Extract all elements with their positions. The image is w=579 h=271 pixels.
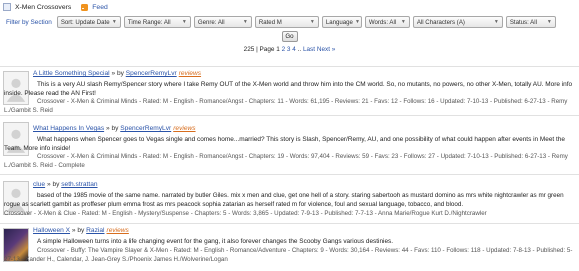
story-title-line: A Little Something Special » by SpencerR… [33,70,201,77]
time-range-select[interactable]: Time Range: All ▼ [123,16,191,28]
genre-select[interactable]: Genre: All ▼ [193,16,252,28]
rating-select-value: Rated M [258,18,282,26]
pagination: 225 | Page 1 2 3 4 .. Last Next » [0,44,579,55]
filter-by-section-link[interactable]: Filter by Section [6,19,52,26]
pager-status: 225 | Page 1 [243,46,282,53]
story-description: What happens when Spencer goes to Vegas … [4,136,565,152]
rating-select[interactable]: Rated M ▼ [254,16,319,28]
author-link[interactable]: seth.strattan [61,181,97,188]
story-meta: Crossover - X-Men & Clue - Rated: M - En… [4,210,487,217]
words-select[interactable]: Words: All ▼ [364,16,410,28]
by-label: » by [70,227,87,234]
story-description: This is a very AU slash Remy/Spencer sto… [4,81,573,97]
genre-select-value: Genre: All [197,18,225,26]
story-meta: Crossover - X-Men & Criminal Minds - Rat… [4,153,568,169]
story-meta: Crossover - Buffy: The Vampire Slayer & … [4,247,573,263]
story-description: based of the 1985 movie of the same name… [4,192,564,208]
chevron-down-icon: ▼ [354,19,360,25]
story-title-link[interactable]: A Little Something Special [33,70,110,77]
page-link-3[interactable]: 3 [287,46,291,53]
by-label: » by [109,70,126,77]
page-title: X-Men Crossovers [15,3,72,11]
reviews-link[interactable]: reviews [107,227,129,234]
rss-icon[interactable] [81,3,89,11]
next-page-link[interactable]: Next » [317,46,335,53]
reviews-link[interactable]: reviews [179,70,201,77]
story-item: Halloween X » by Razial reviews A simple … [0,223,579,271]
chevron-down-icon: ▼ [242,19,248,25]
story-title-line: Halloween X » by Razial reviews [33,227,129,234]
language-select[interactable]: Language ▼ [321,16,362,28]
story-item: What Happens In Vegas » by SpencerRemyLv… [0,115,579,169]
author-link[interactable]: SpencerRemyLvr [126,70,177,77]
sort-select[interactable]: Sort: Update Date ▼ [56,16,121,28]
time-range-select-value: Time Range: All [127,18,171,26]
last-page-link[interactable]: Last [303,46,315,53]
page-link-2[interactable]: 2 [282,46,286,53]
sort-select-value: Sort: Update Date [60,18,110,26]
characters-select[interactable]: All Characters (A) ▼ [412,16,503,28]
top-bar: X-Men Crossovers Feed [0,0,579,14]
language-select-value: Language [325,18,353,26]
story-description: A simple Halloween turns into a life cha… [37,238,394,245]
go-button[interactable]: Go [281,31,298,42]
crossover-checkbox[interactable] [3,3,11,11]
story-title-link[interactable]: Halloween X [33,227,70,234]
status-select[interactable]: Status: All ▼ [505,16,556,28]
status-select-value: Status: All [509,18,537,26]
story-title-line: What Happens In Vegas » by SpencerRemyLv… [33,125,196,132]
page-link-4[interactable]: 4 [292,46,296,53]
story-item: clue » by seth.strattan based of the 198… [0,174,579,222]
reviews-link[interactable]: reviews [173,125,195,132]
characters-select-value: All Characters (A) [416,18,465,26]
story-meta: Crossover - X-Men & Criminal Minds - Rat… [4,98,568,114]
chevron-down-icon: ▼ [493,19,499,25]
chevron-down-icon: ▼ [546,19,552,25]
feed-link[interactable]: Feed [92,4,108,11]
author-link[interactable]: Razial [86,227,104,234]
filter-bar: Filter by Section Sort: Update Date ▼ Tim… [0,14,579,30]
chevron-down-icon: ▼ [309,19,315,25]
story-title-link[interactable]: clue [33,181,45,188]
chevron-down-icon: ▼ [400,19,406,25]
story-title-link[interactable]: What Happens In Vegas [33,125,104,132]
words-select-value: Words: All [368,18,397,26]
by-label: » by [45,181,62,188]
by-label: » by [104,125,121,132]
story-item: A Little Something Special » by SpencerR… [0,66,579,115]
story-title-line: clue » by seth.strattan [33,181,98,188]
author-link[interactable]: SpencerRemyLvr [120,125,171,132]
chevron-down-icon: ▼ [111,19,117,25]
pager-ellipsis: .. [297,46,302,53]
chevron-down-icon: ▼ [181,19,187,25]
